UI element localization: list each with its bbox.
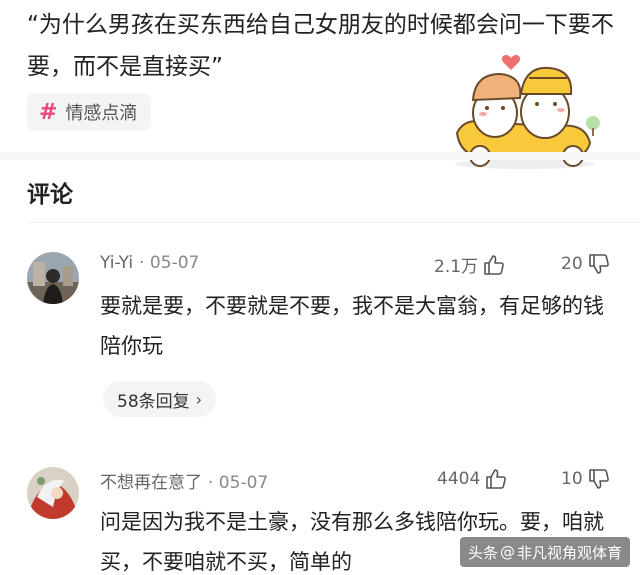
- dislike-button[interactable]: 10: [561, 467, 611, 491]
- thumbs-down-icon: [588, 469, 609, 489]
- topic-tag[interactable]: # 情感点滴: [27, 93, 152, 131]
- dislike-button[interactable]: 20: [561, 252, 611, 276]
- avatar[interactable]: [27, 467, 79, 519]
- thumbs-down-icon: [588, 254, 609, 274]
- comment-user-name: 不想再在意了: [100, 473, 202, 493]
- avatar[interactable]: [27, 252, 79, 304]
- avatar-photo: [27, 467, 79, 519]
- thumbs-up-icon: [486, 469, 507, 489]
- replies-label: 58条回复: [117, 391, 190, 412]
- watermark-handle: 非凡视角观体育: [517, 543, 623, 562]
- comment-user-name: Yi-Yi: [100, 253, 134, 273]
- dislike-count: 20: [561, 254, 583, 274]
- watermark-at: @: [500, 543, 516, 561]
- like-count: 2.1万: [434, 257, 479, 277]
- watermark: 头条 @ 非凡视角观体育: [460, 537, 631, 567]
- comment-text: 要就是要，不要就是不要，我不是大富翁，有足够的钱陪你玩: [100, 294, 604, 358]
- avatar-photo: [27, 252, 79, 304]
- separator: [27, 222, 640, 223]
- like-button[interactable]: 4404: [437, 467, 508, 491]
- like-button[interactable]: 2.1万: [434, 252, 506, 277]
- section-divider: [0, 152, 640, 160]
- comment-username[interactable]: 不想再在意了 · 05-07: [100, 468, 268, 493]
- watermark-prefix: 头条: [468, 543, 499, 562]
- comment-username[interactable]: Yi-Yi · 05-07: [100, 253, 199, 273]
- topic-tag-label: 情感点滴: [65, 103, 138, 124]
- hash-icon: #: [39, 99, 58, 125]
- dislike-count: 10: [561, 469, 583, 489]
- comment-date: · 05-07: [139, 253, 200, 273]
- chevron-right-icon: ›: [195, 389, 203, 409]
- thumbs-up-icon: [484, 254, 504, 275]
- comments-section-title: 评论: [27, 182, 73, 208]
- like-count: 4404: [437, 469, 481, 489]
- view-replies-button[interactable]: 58条回复 ›: [103, 381, 217, 417]
- comment-date: · 05-07: [208, 473, 269, 493]
